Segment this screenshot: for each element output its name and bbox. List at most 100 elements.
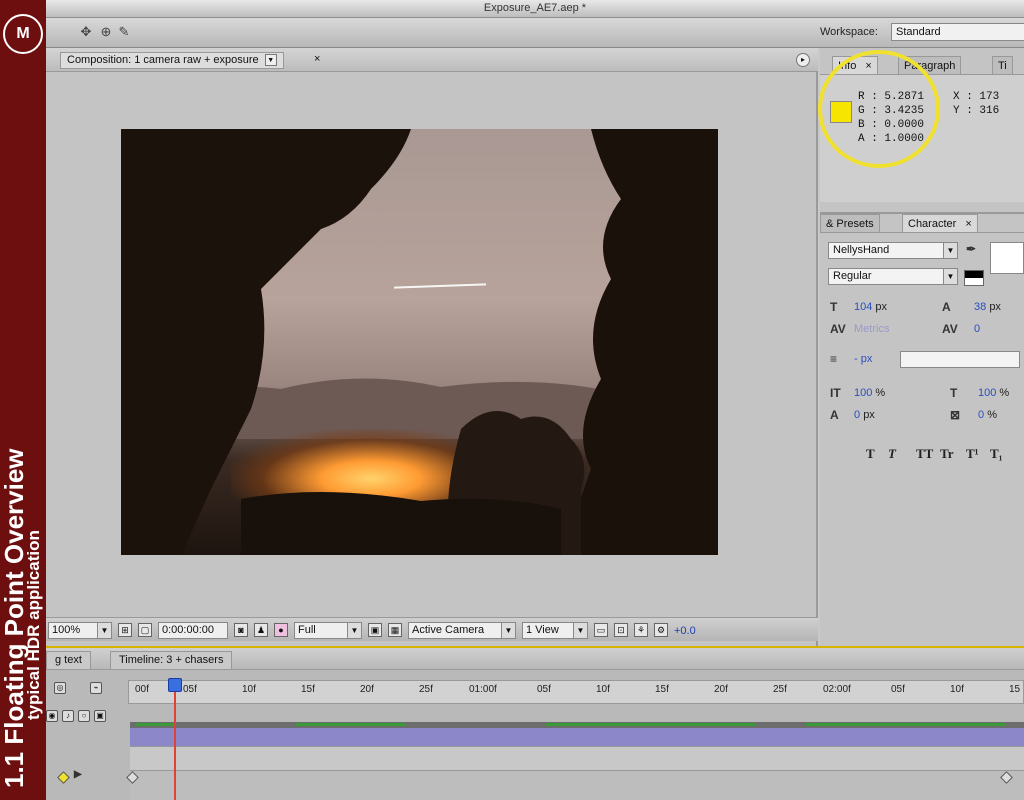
font-size-unit: px bbox=[875, 301, 888, 313]
ruler-tick: 20f bbox=[360, 684, 374, 695]
reset-exposure-icon[interactable]: ⚙ bbox=[654, 623, 668, 637]
composition-tab-bar: Composition: 1 camera raw + exposure ▼ ×… bbox=[46, 48, 818, 72]
brand-vertical-text: 1.1 Floating Point Overview typical HDR … bbox=[0, 0, 46, 800]
black-white-swatch-icon[interactable] bbox=[964, 270, 984, 286]
baseline-shift-value[interactable]: 0 px bbox=[854, 409, 875, 421]
pen-tool-icon[interactable]: ✎ bbox=[116, 24, 132, 40]
timeline-tab-bar: g text Timeline: 3 + chasers bbox=[46, 648, 1024, 670]
tab-character[interactable]: Character × bbox=[902, 214, 978, 232]
resolution-select[interactable]: Full ▼ bbox=[294, 622, 362, 639]
fill-color-chip[interactable] bbox=[990, 242, 1024, 274]
composition-tab[interactable]: Composition: 1 camera raw + exposure ▼ bbox=[60, 52, 284, 69]
current-time-indicator[interactable] bbox=[168, 678, 182, 692]
exposure-value[interactable]: +0.0 bbox=[674, 625, 696, 637]
leading-icon: A bbox=[942, 300, 951, 314]
safe-margins-icon[interactable]: ⊞ bbox=[118, 623, 132, 637]
audio-toggle-icon[interactable]: ♪ bbox=[62, 710, 74, 722]
eyedropper-icon[interactable]: ✒ bbox=[966, 242, 976, 256]
ruler-tick: 25f bbox=[419, 684, 433, 695]
ruler-tick: 01:00f bbox=[469, 684, 497, 695]
fast-previews-icon[interactable]: ⊡ bbox=[614, 623, 628, 637]
font-family-select[interactable]: NellysHand ▼ bbox=[828, 242, 958, 259]
camera-select[interactable]: Active Camera ▼ bbox=[408, 622, 516, 639]
view-layout-value: 1 View bbox=[526, 624, 559, 636]
chevron-down-icon[interactable]: ▼ bbox=[264, 54, 277, 67]
vertical-scale-value[interactable]: 100 % bbox=[854, 387, 885, 399]
region-of-interest-icon[interactable]: ▣ bbox=[368, 623, 382, 637]
time-ruler[interactable]: 00f 05f 10f 15f 20f 25f 01:00f 05f 10f 1… bbox=[128, 680, 1024, 704]
horizontal-scale-number: 100 bbox=[978, 387, 997, 399]
tab-timeline-chasers[interactable]: Timeline: 3 + chasers bbox=[110, 651, 233, 669]
tsume-number: 0 bbox=[978, 409, 985, 421]
zoom-value: 100% bbox=[52, 624, 81, 636]
right-panels: Info × Paragraph Ti R : 5.2871 G : 3.423… bbox=[818, 48, 1024, 646]
all-caps-button[interactable]: TT bbox=[916, 446, 933, 462]
keyframe-nav-icon[interactable] bbox=[57, 771, 70, 784]
orbit-tool-icon[interactable]: ✥ bbox=[78, 24, 94, 40]
vertical-scale-unit: % bbox=[875, 387, 886, 399]
color-channel-icon[interactable]: ● bbox=[274, 623, 288, 637]
close-icon[interactable]: × bbox=[314, 53, 320, 65]
tracking-icon: AV bbox=[942, 322, 958, 336]
info-coordinates: X : 173 Y : 316 bbox=[953, 90, 999, 118]
font-style-select[interactable]: Regular ▼ bbox=[828, 268, 958, 285]
font-size-value[interactable]: 104 px bbox=[854, 301, 887, 313]
close-icon[interactable]: × bbox=[965, 218, 971, 230]
tsume-value[interactable]: 0 % bbox=[978, 409, 997, 421]
subscript-button[interactable]: T₁ bbox=[990, 446, 1003, 462]
ruler-tick: 25f bbox=[773, 684, 787, 695]
draft-3d-icon[interactable]: ◎ bbox=[54, 682, 66, 694]
horizontal-scale-icon: T bbox=[950, 386, 958, 400]
cache-indicator bbox=[136, 723, 176, 726]
tree-silhouettes bbox=[121, 129, 718, 555]
tab-effects-presets[interactable]: & Presets bbox=[820, 214, 880, 232]
snapshot-icon[interactable]: ◙ bbox=[234, 623, 248, 637]
stroke-style-select[interactable] bbox=[900, 351, 1020, 368]
composition-tab-label: Composition: 1 camera raw + exposure bbox=[67, 54, 259, 66]
stroke-width-value[interactable]: - px bbox=[854, 353, 872, 365]
tab-tools[interactable]: Ti bbox=[992, 56, 1013, 74]
zoom-select[interactable]: 100% ▼ bbox=[48, 622, 112, 639]
solo-toggle-icon[interactable]: ○ bbox=[78, 710, 90, 722]
current-time-display[interactable]: 0:00:00:00 bbox=[158, 622, 228, 639]
font-size-icon: T bbox=[830, 300, 838, 314]
faux-bold-button[interactable]: T bbox=[866, 446, 875, 462]
pan-tool-icon[interactable]: ⊕ bbox=[98, 24, 114, 40]
lock-icon[interactable]: ▣ bbox=[94, 710, 106, 722]
view-layout-select[interactable]: 1 View ▼ bbox=[522, 622, 588, 639]
ruler-tick: 15f bbox=[301, 684, 315, 695]
chevron-down-icon: ▼ bbox=[943, 269, 957, 284]
panel-menu-icon[interactable]: ▸ bbox=[796, 53, 810, 67]
character-panel: & Presets Character × NellysHand ▼ ✒ Reg… bbox=[820, 212, 1024, 646]
cache-indicator bbox=[546, 723, 756, 726]
workspace-select[interactable]: Standard bbox=[891, 23, 1024, 41]
chapter-subtitle: typical HDR application bbox=[24, 530, 43, 720]
toggle-pixel-aspect-icon[interactable]: ▭ bbox=[594, 623, 608, 637]
superscript-button[interactable]: T¹ bbox=[966, 446, 979, 462]
leading-value[interactable]: 38 px bbox=[974, 301, 1001, 313]
ruler-tick: 10f bbox=[242, 684, 256, 695]
kerning-value[interactable]: Metrics bbox=[854, 323, 889, 335]
tracking-value[interactable]: 0 bbox=[974, 323, 980, 335]
tab-timeline-text[interactable]: g text bbox=[46, 651, 91, 669]
video-toggle-icon[interactable]: ◉ bbox=[46, 710, 58, 722]
show-snapshot-icon[interactable]: ♟ bbox=[254, 623, 268, 637]
ruler-tick: 02:00f bbox=[823, 684, 851, 695]
graph-editor-icon[interactable]: ⌁ bbox=[90, 682, 102, 694]
timeline-panel: g text Timeline: 3 + chasers ◎ ⌁ 00f 05f… bbox=[46, 646, 1024, 800]
chevron-down-icon: ▼ bbox=[97, 623, 111, 638]
faux-italic-button[interactable]: T bbox=[888, 446, 896, 462]
play-arrow-icon[interactable]: ▶ bbox=[74, 769, 82, 780]
small-caps-button[interactable]: Tr bbox=[940, 446, 953, 462]
leading-number: 38 bbox=[974, 301, 987, 313]
viewer-controls: 100% ▼ ⊞ ▢ 0:00:00:00 ◙ ♟ ● Full ▼ ▣ ▦ A… bbox=[46, 617, 818, 641]
ruler-tick: 15f bbox=[655, 684, 669, 695]
composition-viewer[interactable] bbox=[121, 129, 718, 555]
horizontal-scale-value[interactable]: 100 % bbox=[978, 387, 1009, 399]
flowchart-icon[interactable]: ⚘ bbox=[634, 623, 648, 637]
font-size-number: 104 bbox=[854, 301, 873, 313]
transparency-grid-icon[interactable]: ▦ bbox=[388, 623, 402, 637]
layer-duration-bar[interactable] bbox=[130, 728, 1024, 746]
mask-view-icon[interactable]: ▢ bbox=[138, 623, 152, 637]
playhead[interactable] bbox=[174, 678, 176, 800]
